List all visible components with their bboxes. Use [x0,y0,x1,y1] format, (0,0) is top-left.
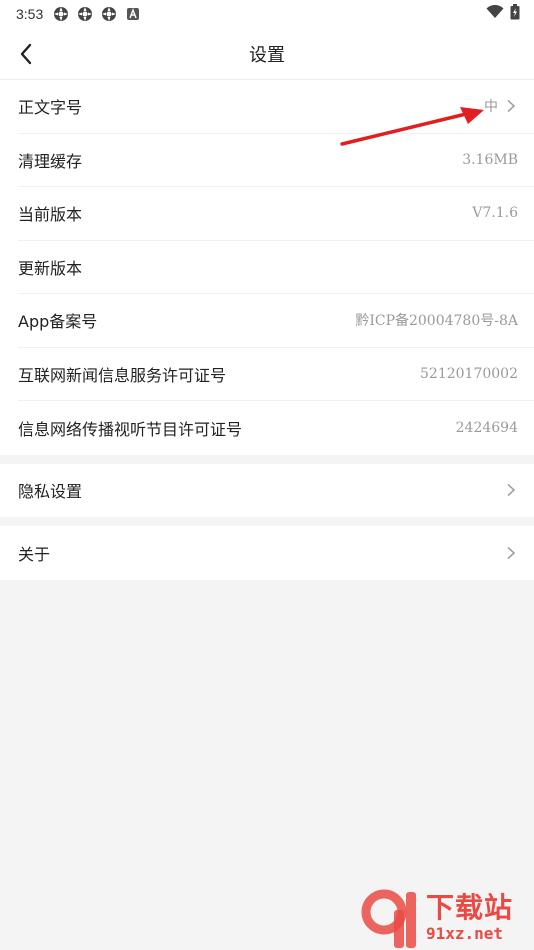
row-value: 3.16MB [462,151,518,168]
row-label: 正文字号 [18,98,83,118]
row-value: 中 [484,99,498,116]
row-value: 黔ICP备20004780号-8A [355,313,518,330]
watermark-url: 91xz.net [426,924,504,943]
settings-icon [101,6,117,22]
status-bar: 3:53 [0,0,534,28]
wifi-icon [486,4,504,23]
section-divider [0,517,534,526]
row-label: 关于 [18,544,51,564]
chevron-right-icon [504,483,518,497]
section-divider [0,454,534,464]
watermark: 下载站 91xz.net [358,886,528,950]
privacy-settings-row[interactable]: 隐私设置 [18,464,534,518]
row-label: 清理缓存 [18,151,83,171]
app-filing-row: App备案号 黔ICP备20004780号-8A [18,294,534,348]
page-title: 设置 [249,44,285,66]
status-time: 3:53 [16,6,44,22]
watermark-title: 下载站 [426,891,514,924]
about-row[interactable]: 关于 [18,526,534,580]
row-label: 当前版本 [18,205,83,225]
row-label: App备案号 [18,312,98,332]
settings-group-main: 正文字号 中 清理缓存 3.16MB 当前版本 V7.1.6 更新版本 App备… [0,80,534,455]
a-icon [125,6,141,22]
row-value: V7.1.6 [472,205,518,222]
back-button[interactable] [10,38,42,70]
settings-icon [77,6,93,22]
row-label: 隐私设置 [18,482,83,502]
row-label: 信息网络传播视听节目许可证号 [18,419,243,439]
battery-icon [510,4,520,24]
row-value: 52120170002 [420,365,518,382]
chevron-right-icon [504,99,518,113]
row-value: 2424694 [455,419,518,436]
chevron-right-icon [504,546,518,560]
settings-group-about: 关于 [0,526,534,580]
settings-icon [53,6,69,22]
news-license-row: 互联网新闻信息服务许可证号 52120170002 [18,348,534,401]
update-version-row[interactable]: 更新版本 [18,241,534,294]
current-version-row: 当前版本 V7.1.6 [18,187,534,241]
watermark-logo-icon [358,886,422,950]
av-license-row: 信息网络传播视听节目许可证号 2424694 [18,401,534,455]
font-size-row[interactable]: 正文字号 中 [18,80,534,134]
row-label: 更新版本 [18,258,83,278]
clear-cache-row[interactable]: 清理缓存 3.16MB [18,134,534,187]
settings-group-privacy: 隐私设置 [0,463,534,518]
chevron-left-icon [20,43,32,65]
row-label: 互联网新闻信息服务许可证号 [18,365,227,385]
app-bar: 设置 [0,28,534,80]
